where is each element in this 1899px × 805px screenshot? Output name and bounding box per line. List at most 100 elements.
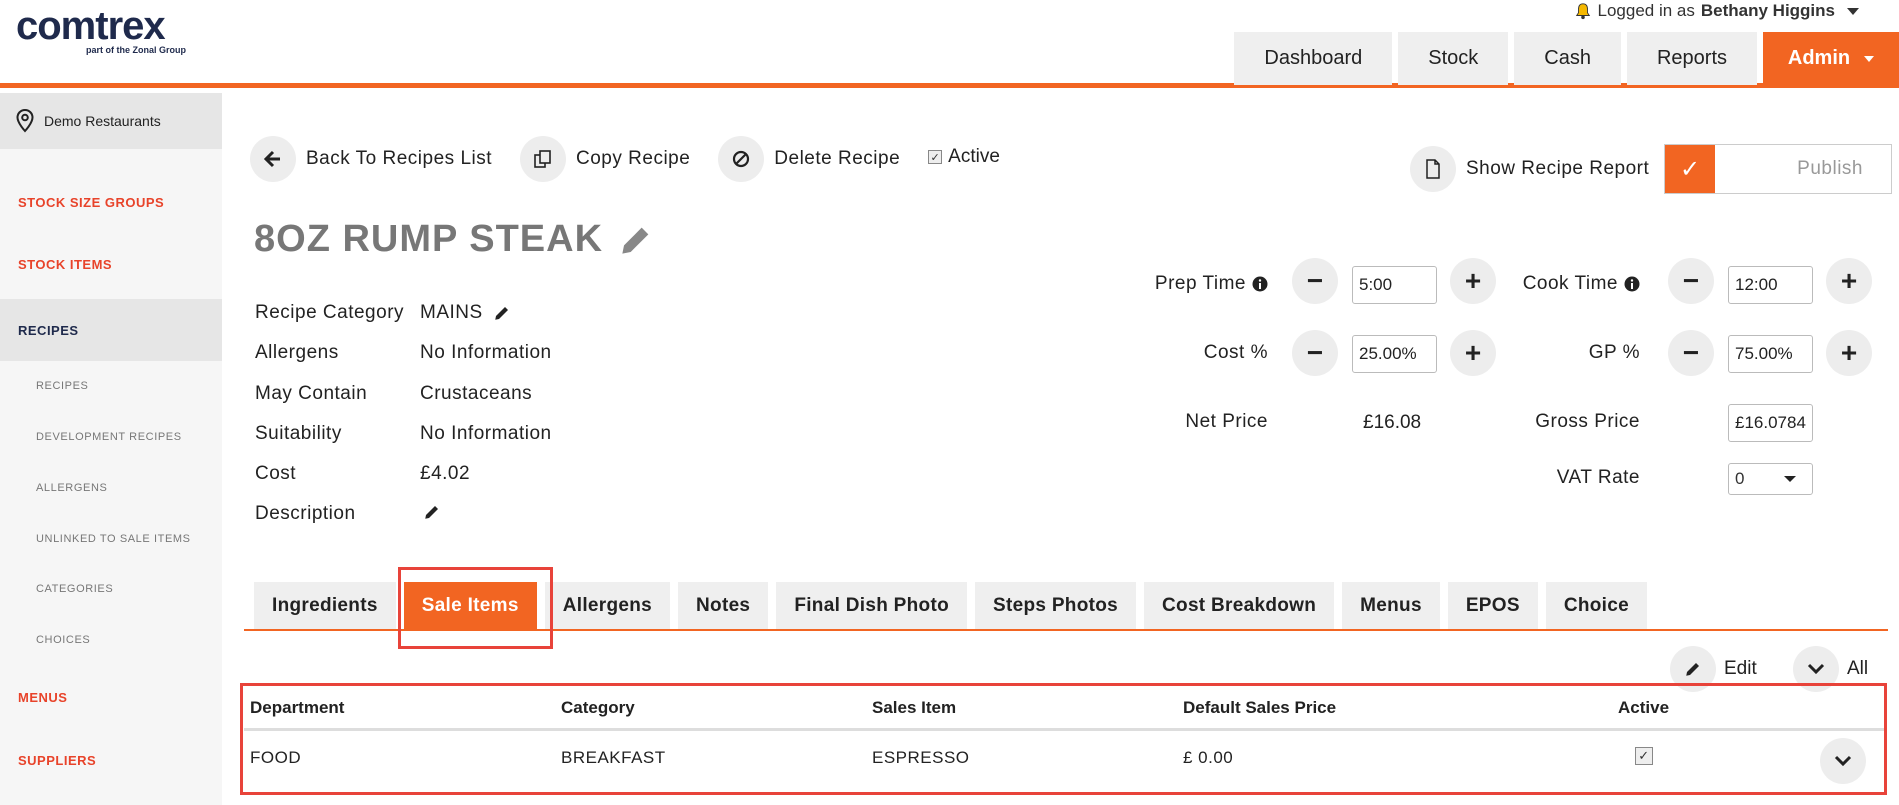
sidebar-item-stock-items[interactable]: STOCK ITEMS xyxy=(0,233,222,295)
tab-final-dish-photo[interactable]: Final Dish Photo xyxy=(776,582,967,629)
gp-pct-label: GP % xyxy=(1588,342,1640,363)
description-label: Description xyxy=(255,503,356,524)
cook-time-increment[interactable]: + xyxy=(1826,258,1872,304)
gp-pct-input[interactable]: 75.00% xyxy=(1728,335,1813,373)
tab-steps-photos[interactable]: Steps Photos xyxy=(975,582,1137,629)
top-header: comtrex part of the Zonal Group Logged i… xyxy=(0,0,1899,88)
sidebar-item-menus[interactable]: MENUS xyxy=(0,666,222,728)
chevron-down-icon xyxy=(1834,755,1852,767)
copy-icon xyxy=(520,136,567,182)
description-edit[interactable] xyxy=(423,503,441,521)
cell-active[interactable]: ✓ xyxy=(1635,745,1653,765)
tab-choice[interactable]: Choice xyxy=(1545,582,1647,629)
column-header-active[interactable]: Active xyxy=(1618,698,1669,718)
nav-dashboard[interactable]: Dashboard xyxy=(1234,32,1393,85)
column-header-default-sales-price[interactable]: Default Sales Price xyxy=(1183,698,1336,718)
checkbox-checked-icon[interactable]: ✓ xyxy=(1635,747,1653,765)
user-menu[interactable]: Logged in as Bethany Higgins xyxy=(1574,0,1859,22)
active-label: Active xyxy=(948,146,1000,167)
cook-time-label-text: Cook Time xyxy=(1522,273,1618,294)
info-icon[interactable] xyxy=(1624,276,1640,292)
tab-notes[interactable]: Notes xyxy=(678,582,769,629)
pencil-icon[interactable] xyxy=(619,223,653,257)
cost-pct-label: Cost % xyxy=(1203,342,1268,363)
info-description: Description xyxy=(255,503,438,525)
tab-cost-breakdown[interactable]: Cost Breakdown xyxy=(1144,582,1335,629)
back-to-recipes-button[interactable]: Back To Recipes List xyxy=(250,136,492,182)
cook-time-decrement[interactable]: − xyxy=(1668,258,1714,304)
recipe-title-text: 8OZ RUMP STEAK xyxy=(254,218,604,260)
site-selector[interactable]: Demo Restaurants xyxy=(0,93,222,149)
copy-recipe-button[interactable]: Copy Recipe xyxy=(520,136,690,182)
sidebar-item-suppliers[interactable]: SUPPLIERS xyxy=(0,729,222,791)
delete-recipe-button[interactable]: Delete Recipe xyxy=(718,136,900,182)
cell-sales-item: ESPRESSO xyxy=(872,748,970,767)
cook-time-label: Cook Time xyxy=(1490,272,1640,296)
publish-toggle[interactable]: ✓ Publish xyxy=(1664,144,1892,194)
sidebar-subitem-categories[interactable]: CATEGORIES xyxy=(0,574,222,604)
show-recipe-report-button[interactable]: Show Recipe Report xyxy=(1410,146,1649,192)
prep-time-decrement[interactable]: − xyxy=(1292,258,1338,304)
pencil-icon[interactable] xyxy=(423,503,441,521)
bell-icon[interactable] xyxy=(1574,2,1592,20)
tab-menus[interactable]: Menus xyxy=(1342,582,1440,629)
cost-label: Cost xyxy=(255,463,297,484)
chevron-down-icon[interactable] xyxy=(1847,7,1859,15)
nav-cash[interactable]: Cash xyxy=(1514,32,1621,85)
tab-allergens[interactable]: Allergens xyxy=(544,582,671,629)
column-header-category[interactable]: Category xyxy=(561,698,635,718)
publish-label: Publish xyxy=(1797,158,1863,179)
sidebar-subitem-unlinked-to-sale-items[interactable]: UNLINKED TO SALE ITEMS xyxy=(0,524,222,554)
suitability-label: Suitability xyxy=(255,423,342,444)
checkbox-checked-icon[interactable]: ✓ xyxy=(928,150,943,164)
cook-time-input[interactable]: 12:00 xyxy=(1728,266,1813,304)
nav-reports[interactable]: Reports xyxy=(1626,32,1757,85)
prep-time-label-text: Prep Time xyxy=(1154,273,1246,294)
table-header-divider xyxy=(244,728,1884,731)
vat-rate-select[interactable]: 0 xyxy=(1728,463,1813,495)
info-cost: Cost £4.02 xyxy=(255,463,470,485)
gross-price-label: Gross Price xyxy=(1535,411,1640,432)
recipe-title: 8OZ RUMP STEAK xyxy=(254,218,653,261)
info-may-contain: May Contain Crustaceans xyxy=(255,383,532,405)
sidebar-subitem-recipes[interactable]: RECIPES xyxy=(0,371,222,401)
cell-category: BREAKFAST xyxy=(561,748,666,767)
prep-time-input[interactable]: 5:00 xyxy=(1352,266,1437,304)
vat-rate-label: VAT Rate xyxy=(1556,467,1640,488)
sidebar-item-recipes[interactable]: RECIPES xyxy=(0,299,222,361)
recipe-category-value: MAINS xyxy=(420,302,511,324)
gp-pct-decrement[interactable]: − xyxy=(1668,330,1714,376)
pencil-icon[interactable] xyxy=(493,304,511,322)
report-label: Show Recipe Report xyxy=(1466,158,1650,179)
recipe-actions: Back To Recipes List Copy Recipe Delete … xyxy=(250,136,1000,182)
sidebar-subitem-development-recipes[interactable]: DEVELOPMENT RECIPES xyxy=(0,422,222,452)
cost-pct-decrement[interactable]: − xyxy=(1292,330,1338,376)
nav-admin[interactable]: Admin xyxy=(1763,32,1899,85)
main-nav: Dashboard Stock Cash Reports Admin xyxy=(1234,32,1899,85)
chevron-down-icon xyxy=(1784,476,1796,482)
net-price-value: £16.08 xyxy=(1363,412,1422,433)
nav-admin-label: Admin xyxy=(1787,47,1851,69)
column-header-sales-item[interactable]: Sales Item xyxy=(872,698,956,718)
sidebar-subitem-allergens[interactable]: ALLERGENS xyxy=(0,473,222,503)
info-allergens: Allergens No Information xyxy=(255,342,551,364)
tab-epos[interactable]: EPOS xyxy=(1447,582,1538,629)
gp-pct-increment[interactable]: + xyxy=(1826,330,1872,376)
gross-price-input[interactable]: £16.0784 xyxy=(1728,404,1813,442)
allergens-value: No Information xyxy=(420,342,552,363)
column-header-department[interactable]: Department xyxy=(250,698,344,718)
delete-label: Delete Recipe xyxy=(774,148,901,169)
active-checkbox[interactable]: ✓ Active xyxy=(928,146,1000,168)
may-contain-label: May Contain xyxy=(255,383,368,404)
sidebar-item-stock-size-groups[interactable]: STOCK SIZE GROUPS xyxy=(0,171,222,233)
sidebar-subitem-choices[interactable]: CHOICES xyxy=(0,625,222,655)
nav-stock[interactable]: Stock xyxy=(1398,32,1509,85)
tab-ingredients[interactable]: Ingredients xyxy=(254,582,396,629)
recipe-category-label: Recipe Category xyxy=(255,302,405,323)
cost-pct-input[interactable]: 25.00% xyxy=(1352,335,1437,373)
copy-label: Copy Recipe xyxy=(576,148,691,169)
logged-in-prefix: Logged in as xyxy=(1597,1,1695,20)
comtrex-logo[interactable]: comtrex part of the Zonal Group xyxy=(16,6,186,55)
row-expand-button[interactable] xyxy=(1820,738,1866,784)
info-icon[interactable] xyxy=(1252,276,1268,292)
